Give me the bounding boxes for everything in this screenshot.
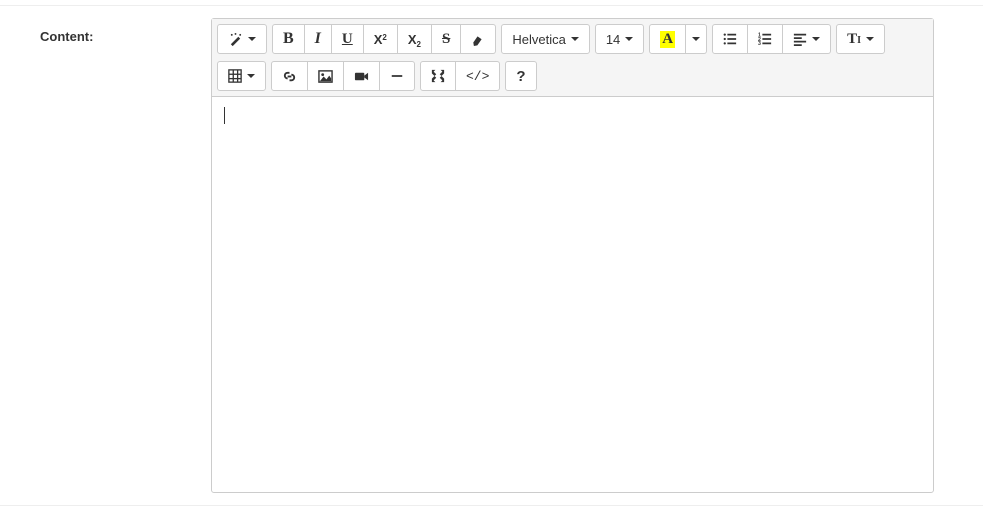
underline-button[interactable]: U <box>332 24 364 54</box>
font-color-icon: A <box>660 31 675 48</box>
style-group <box>217 24 267 54</box>
label-column: Content: <box>0 18 211 493</box>
editor-column: B I U X2 X2 S <box>211 18 934 493</box>
fontname-group: Helvetica <box>501 24 589 54</box>
content-label: Content: <box>40 29 93 44</box>
style-dropdown-button[interactable] <box>217 24 267 54</box>
fontname-label: Helvetica <box>512 32 565 47</box>
italic-icon: I <box>315 30 321 48</box>
unordered-list-button[interactable] <box>712 24 748 54</box>
picture-icon <box>318 69 333 84</box>
paragraph-dropdown-button[interactable] <box>783 24 831 54</box>
link-button[interactable] <box>271 61 308 91</box>
bold-icon: B <box>283 30 294 48</box>
list-ul-icon <box>723 32 737 46</box>
caret-icon <box>248 37 256 41</box>
codeview-button[interactable]: </> <box>456 61 500 91</box>
help-group: ? <box>505 61 536 91</box>
wysiwyg-editor: B I U X2 X2 S <box>211 18 934 493</box>
font-style-group: B I U X2 X2 S <box>272 24 496 54</box>
video-button[interactable] <box>344 61 380 91</box>
question-icon: ? <box>516 68 525 85</box>
video-icon <box>354 69 369 84</box>
content-form-row: Content: B <box>0 5 983 506</box>
clear-format-button[interactable] <box>461 24 496 54</box>
code-icon: </> <box>466 69 489 84</box>
view-group: </> <box>420 61 500 91</box>
caret-icon <box>247 74 255 78</box>
subscript-icon: X2 <box>408 32 421 47</box>
link-icon <box>282 69 297 84</box>
italic-button[interactable]: I <box>305 24 332 54</box>
fontsize-label: 14 <box>606 32 620 47</box>
table-icon <box>228 69 242 83</box>
svg-text:3: 3 <box>758 41 761 46</box>
fontsize-dropdown-button[interactable]: 14 <box>595 24 644 54</box>
fontname-dropdown-button[interactable]: Helvetica <box>501 24 589 54</box>
fontsize-group: 14 <box>595 24 644 54</box>
editor-toolbar: B I U X2 X2 S <box>212 19 933 97</box>
underline-icon: U <box>342 31 353 48</box>
help-button[interactable]: ? <box>505 61 536 91</box>
strikethrough-icon: S <box>442 31 450 48</box>
line-height-dropdown-button[interactable]: TI <box>836 24 885 54</box>
table-group <box>217 61 266 91</box>
height-group: TI <box>836 24 885 54</box>
caret-icon <box>571 37 579 41</box>
eraser-icon <box>471 32 485 46</box>
superscript-icon: X2 <box>374 32 387 47</box>
insert-group <box>271 61 415 91</box>
list-ol-icon: 123 <box>758 32 772 46</box>
subscript-button[interactable]: X2 <box>398 24 432 54</box>
fullscreen-button[interactable] <box>420 61 456 91</box>
picture-button[interactable] <box>308 61 344 91</box>
strikethrough-button[interactable]: S <box>432 24 461 54</box>
caret-icon <box>812 37 820 41</box>
align-left-icon <box>793 32 807 46</box>
color-group: A <box>649 24 707 54</box>
bold-button[interactable]: B <box>272 24 305 54</box>
caret-icon <box>625 37 633 41</box>
text-cursor <box>224 107 225 124</box>
line-height-icon: TI <box>847 31 861 48</box>
paragraph-group: 123 <box>712 24 831 54</box>
color-dropdown-button[interactable] <box>686 24 707 54</box>
caret-icon <box>692 37 700 41</box>
minus-icon <box>390 69 404 83</box>
superscript-button[interactable]: X2 <box>364 24 398 54</box>
magic-icon <box>228 32 243 47</box>
ordered-list-button[interactable]: 123 <box>748 24 783 54</box>
recent-color-button[interactable]: A <box>649 24 686 54</box>
table-dropdown-button[interactable] <box>217 61 266 91</box>
editor-content-area[interactable] <box>212 97 933 492</box>
arrows-alt-icon <box>431 69 445 83</box>
caret-icon <box>866 37 874 41</box>
hr-button[interactable] <box>380 61 415 91</box>
